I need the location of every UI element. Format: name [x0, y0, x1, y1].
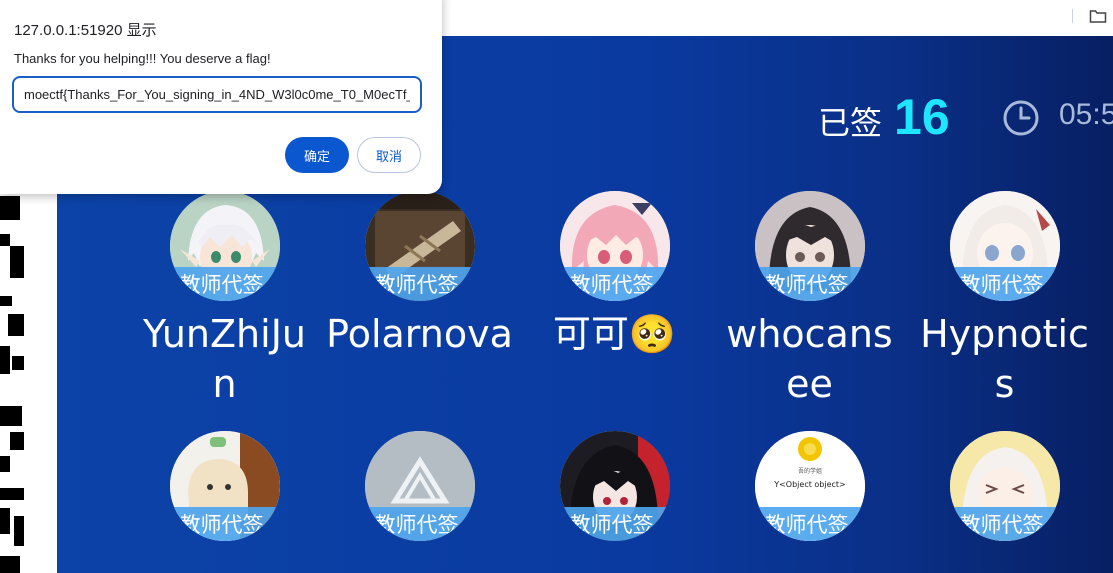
avatar: 教师代签: [169, 431, 280, 541]
participant-card[interactable]: 教师代签 YunZhiJun: [127, 191, 322, 409]
signed-counter: 已签 16: [818, 88, 950, 148]
signed-count: 16: [894, 89, 950, 145]
participant-card[interactable]: 教师代签 Hypnotics: [907, 191, 1102, 409]
teacher-proxy-badge: 教师代签: [949, 507, 1060, 541]
teacher-proxy-badge: 教师代签: [559, 507, 670, 541]
dialog-title: 127.0.0.1:51920 显示: [14, 22, 157, 39]
teacher-proxy-badge: 教师代签: [949, 267, 1060, 301]
flag-input[interactable]: [12, 76, 422, 113]
avatar: 吾的学姐 Y<Object object> 教师代签: [754, 431, 865, 541]
avatar: 教师代签: [169, 191, 280, 301]
toolbar-divider: [1072, 9, 1073, 23]
participant-card[interactable]: 教师代签: [322, 431, 517, 541]
avatar: 教师代签: [559, 431, 670, 541]
avatar: 教师代签: [364, 191, 475, 301]
avatar: 教师代签: [949, 431, 1060, 541]
avatar: 教师代签: [754, 191, 865, 301]
current-time: 05:5: [1059, 98, 1113, 131]
teacher-proxy-badge: 教师代签: [754, 267, 865, 301]
participant-card[interactable]: 教师代签: [907, 431, 1102, 541]
alert-dialog: 127.0.0.1:51920 显示 Thanks for you helpin…: [0, 0, 442, 194]
teacher-proxy-badge: 教师代签: [364, 507, 475, 541]
qr-code-fragment: [0, 196, 24, 573]
participant-name: Polarnova: [326, 312, 513, 356]
teacher-proxy-badge: 教师代签: [559, 267, 670, 301]
participant-card[interactable]: 教师代签: [127, 431, 322, 541]
teacher-proxy-badge: 教师代签: [169, 507, 280, 541]
clock-icon: [1003, 100, 1039, 136]
avatar-caption-1: 吾的学姐: [797, 467, 821, 475]
participant-card[interactable]: 吾的学姐 Y<Object object> 教师代签: [712, 431, 907, 541]
participant-card[interactable]: 教师代签 whocansee: [712, 191, 907, 409]
teacher-proxy-badge: 教师代签: [169, 267, 280, 301]
avatar-caption-2: Y<Object object>: [773, 480, 846, 489]
participant-card[interactable]: 教师代签 可可🥺: [517, 191, 712, 359]
participant-name: Hypnotics: [920, 312, 1089, 406]
folder-icon[interactable]: [1089, 8, 1107, 24]
avatar: 教师代签: [364, 431, 475, 541]
participant-name: whocansee: [726, 312, 893, 406]
app-root: 已签 16 05:5 教师代签 YunZhiJun 教师代签 Polarnova…: [0, 0, 1113, 573]
signed-label: 已签: [818, 104, 883, 142]
teacher-proxy-badge: 教师代签: [364, 267, 475, 301]
teacher-proxy-badge: 教师代签: [754, 507, 865, 541]
dialog-message: Thanks for you helping!!! You deserve a …: [14, 51, 271, 66]
participant-card[interactable]: 教师代签 Polarnova: [322, 191, 517, 359]
avatar: 教师代签: [559, 191, 670, 301]
participant-card[interactable]: 教师代签: [517, 431, 712, 541]
participant-name: 可可🥺: [552, 312, 677, 356]
avatar: 教师代签: [949, 191, 1060, 301]
cancel-button[interactable]: 取消: [357, 137, 421, 173]
ok-button[interactable]: 确定: [285, 137, 349, 173]
participant-name: YunZhiJun: [143, 312, 306, 406]
